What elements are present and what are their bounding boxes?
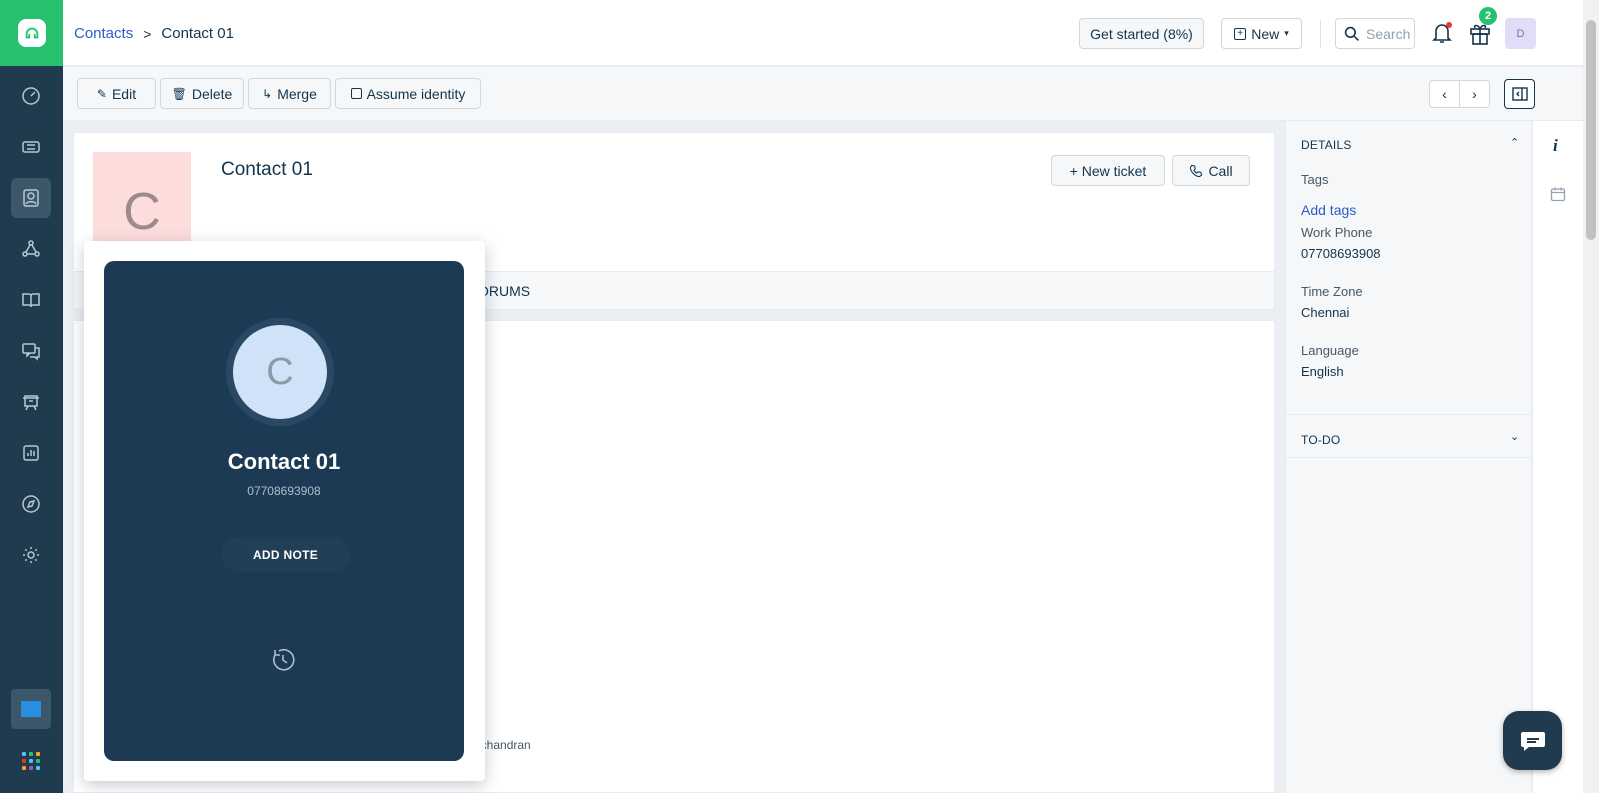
breadcrumb-current: Contact 01 (161, 25, 234, 42)
top-header: Contacts > Contact 01 Get started (8%) +… (63, 0, 1599, 66)
marketplace-app-icon[interactable] (11, 689, 51, 729)
contacts-icon[interactable] (11, 178, 51, 218)
call-popup: C Contact 01 07708693908 ADD NOTE (84, 241, 485, 781)
left-sidebar (0, 0, 63, 793)
trash-icon: 🗑 (171, 86, 187, 101)
info-icon[interactable]: i (1553, 136, 1558, 156)
new-ticket-label: + New ticket (1069, 162, 1147, 179)
plus-square-icon: + (1234, 27, 1247, 40)
work-phone-value: 07708693908 (1301, 246, 1381, 261)
sidebar-toggle-icon (1511, 87, 1528, 101)
settings-gear-icon[interactable] (11, 535, 51, 575)
search-icon (1344, 26, 1359, 41)
chevron-right-icon: › (1472, 86, 1477, 102)
tab-forums[interactable]: ORUMS (478, 283, 530, 299)
chevron-right-icon: > (143, 25, 152, 42)
time-zone-label: Time Zone (1301, 284, 1363, 299)
merge-button[interactable]: ↳ Merge (248, 78, 331, 109)
assets-icon[interactable] (11, 382, 51, 422)
dashboard-icon[interactable] (11, 76, 51, 116)
caller-avatar-ring: C (226, 318, 334, 426)
reports-icon[interactable] (11, 433, 51, 473)
next-contact-button[interactable]: › (1459, 80, 1490, 108)
divider (1320, 20, 1321, 48)
delete-button[interactable]: 🗑 Delete (160, 78, 244, 109)
call-button[interactable]: Call (1172, 155, 1250, 186)
assume-identity-button[interactable]: Assume identity (335, 78, 481, 109)
details-panel: DETAILS ⌃ Tags Add tags Work Phone 07708… (1285, 121, 1532, 793)
groups-icon[interactable] (11, 229, 51, 269)
delete-label: Delete (191, 85, 233, 102)
user-avatar[interactable]: D (1505, 18, 1536, 49)
knowledge-base-icon[interactable] (11, 280, 51, 320)
edit-pencil-icon: ✎ (96, 86, 107, 101)
previous-contact-button[interactable]: ‹ (1429, 80, 1460, 108)
action-bar: ✎ Edit 🗑 Delete ↳ Merge Assume identity … (63, 67, 1599, 121)
todo-heading[interactable]: TO-DO (1301, 433, 1340, 447)
edit-button[interactable]: ✎ Edit (77, 78, 156, 109)
caller-name: Contact 01 (227, 449, 341, 474)
work-phone-label: Work Phone (1301, 225, 1373, 240)
merge-label: Merge (277, 85, 317, 102)
user-square-icon (350, 88, 362, 99)
tags-label: Tags (1301, 172, 1329, 187)
calendar-icon[interactable] (1550, 186, 1566, 202)
language-label: Language (1301, 343, 1359, 358)
phone-widget: C Contact 01 07708693908 ADD NOTE (104, 261, 464, 761)
search-input[interactable]: Search (1335, 18, 1415, 49)
gift-count-badge: 2 (1479, 7, 1497, 25)
divider (1286, 457, 1532, 458)
new-ticket-button[interactable]: + New ticket (1051, 155, 1165, 186)
headset-icon (17, 19, 46, 47)
get-started-button[interactable]: Get started (8%) (1079, 18, 1204, 49)
divider (1286, 414, 1532, 415)
chat-widget-button[interactable] (1503, 711, 1562, 770)
scrollbar-thumb[interactable] (1586, 20, 1596, 240)
chevron-down-icon[interactable]: ⌄ (1510, 430, 1519, 443)
page-scrollbar[interactable] (1583, 0, 1599, 793)
edit-label: Edit (111, 85, 137, 102)
caller-avatar: C (233, 325, 327, 419)
details-heading[interactable]: DETAILS (1301, 138, 1352, 152)
tickets-icon[interactable] (11, 127, 51, 167)
right-rail: i (1533, 121, 1583, 793)
chat-bubble-icon (1520, 731, 1545, 751)
notifications-bell-icon[interactable] (1430, 20, 1454, 46)
apps-grid-icon[interactable] (22, 752, 40, 770)
contact-name: Contact 01 (221, 159, 313, 180)
new-label: New (1251, 25, 1280, 42)
notification-dot (1446, 22, 1452, 28)
chevron-down-icon: ▾ (1284, 28, 1289, 38)
merge-icon: ↳ (262, 86, 273, 101)
breadcrumb-contacts-link[interactable]: Contacts (74, 25, 133, 42)
freshdesk-logo[interactable] (0, 0, 63, 66)
assume-identity-label: Assume identity (366, 85, 466, 102)
new-button[interactable]: + New ▾ (1221, 18, 1302, 49)
get-started-label: Get started (8%) (1090, 25, 1193, 42)
language-value: English (1301, 364, 1344, 379)
call-timer-icon (272, 648, 295, 671)
toggle-panel-button[interactable] (1504, 79, 1535, 109)
chevron-left-icon: ‹ (1442, 86, 1447, 102)
explore-icon[interactable] (11, 484, 51, 524)
chevron-up-icon[interactable]: ⌃ (1510, 136, 1519, 149)
call-label: Call (1208, 162, 1233, 179)
phone-icon (1190, 164, 1203, 177)
caller-number: 07708693908 (247, 484, 321, 498)
time-zone-value: Chennai (1301, 305, 1350, 320)
gift-icon[interactable]: 2 (1468, 7, 1497, 46)
breadcrumb: Contacts > Contact 01 (74, 25, 234, 42)
discussions-icon[interactable] (11, 331, 51, 371)
search-placeholder: Search (1366, 25, 1411, 42)
add-tags-link[interactable]: Add tags (1301, 202, 1356, 218)
add-note-button[interactable]: ADD NOTE (221, 537, 350, 572)
